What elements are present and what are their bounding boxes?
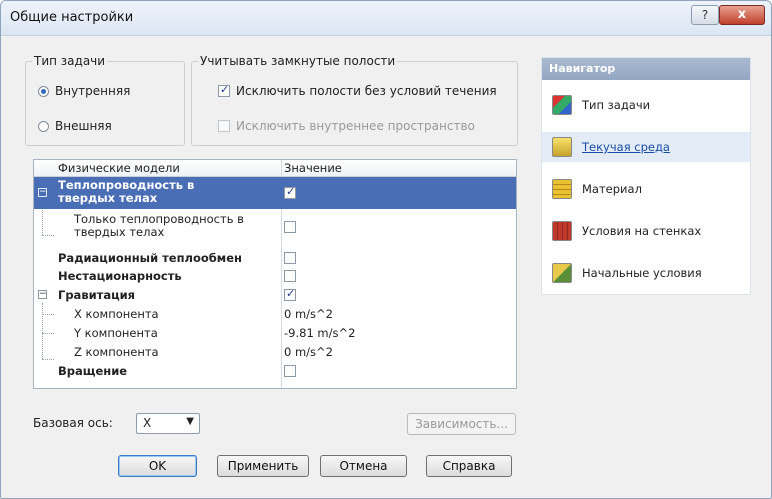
title-bar: Общие настройки ? x bbox=[1, 1, 771, 36]
collapse-toggle-icon[interactable]: − bbox=[38, 188, 47, 197]
exclude-cavities-checkbox[interactable]: Исключить полости без условий течения bbox=[218, 83, 497, 98]
radio-internal[interactable]: Внутренняя bbox=[38, 84, 130, 98]
settings-dialog: Общие настройки ? x Тип задачи Внутрення… bbox=[0, 0, 772, 499]
row-transient[interactable]: Нестационарность bbox=[34, 268, 516, 284]
ok-button[interactable]: OK bbox=[118, 455, 197, 477]
z-component-value[interactable]: 0 m/s^2 bbox=[284, 345, 333, 359]
radio-internal-label: Внутренняя bbox=[55, 84, 131, 98]
wall-conditions-icon bbox=[552, 221, 572, 241]
base-axis-label: Базовая ось: bbox=[33, 416, 113, 430]
row-x-component-label: X компонента bbox=[74, 307, 159, 321]
base-axis-select[interactable]: X ▼ bbox=[136, 413, 200, 434]
cancel-button[interactable]: Отмена bbox=[320, 455, 407, 477]
grid-header: Физические модели Значение bbox=[34, 160, 516, 177]
radiation-checkbox[interactable] bbox=[284, 252, 296, 264]
close-button[interactable]: x bbox=[719, 5, 765, 25]
cavities-legend: Учитывать замкнутые полости bbox=[200, 54, 396, 68]
row-y-component[interactable]: Y компонента -9.81 m/s^2 bbox=[34, 325, 516, 341]
chevron-down-icon: ▼ bbox=[186, 416, 194, 427]
row-z-component[interactable]: Z компонента 0 m/s^2 bbox=[34, 344, 516, 360]
exclude-internal-space-label: Исключить внутреннее пространство bbox=[236, 119, 475, 133]
row-x-component[interactable]: X компонента 0 m/s^2 bbox=[34, 306, 516, 322]
nav-task-type[interactable]: Тип задачи bbox=[542, 90, 750, 120]
row-only-conduction-line2: твердых телах bbox=[74, 225, 165, 239]
radio-external[interactable]: Внешняя bbox=[38, 119, 112, 133]
base-axis-value: X bbox=[143, 416, 152, 430]
transient-checkbox[interactable] bbox=[284, 270, 296, 282]
apply-button[interactable]: Применить bbox=[217, 455, 309, 477]
nav-task-type-label: Тип задачи bbox=[582, 98, 651, 112]
navigator-panel: Навигатор Тип задачи Текучая среда Матер… bbox=[541, 57, 751, 295]
radio-external-indicator[interactable] bbox=[38, 120, 49, 132]
row-heat-conduction-line1: Теплопроводность в bbox=[58, 178, 195, 192]
help-button[interactable]: Справка bbox=[426, 455, 512, 477]
only-conduction-checkbox[interactable] bbox=[284, 221, 296, 233]
row-y-component-label: Y компонента bbox=[74, 326, 158, 340]
row-heat-conduction-line2: твердых телах bbox=[58, 191, 158, 205]
row-transient-label: Нестационарность bbox=[58, 269, 182, 283]
nav-initial-conditions[interactable]: Начальные условия bbox=[542, 258, 750, 288]
task-type-group: Тип задачи Внутренняя Внешняя bbox=[25, 54, 185, 146]
help-title-button[interactable]: ? bbox=[691, 5, 719, 25]
y-component-value[interactable]: -9.81 m/s^2 bbox=[284, 326, 355, 340]
rotation-checkbox[interactable] bbox=[284, 365, 296, 377]
material-icon bbox=[552, 179, 572, 199]
task-type-legend: Тип задачи bbox=[34, 54, 106, 68]
row-rotation[interactable]: Вращение bbox=[34, 363, 516, 379]
fluid-icon bbox=[552, 137, 572, 157]
dependency-button[interactable]: Зависимость... bbox=[407, 413, 516, 435]
exclude-cavities-box[interactable] bbox=[218, 83, 230, 97]
x-component-value[interactable]: 0 m/s^2 bbox=[284, 307, 333, 321]
task-type-icon bbox=[552, 95, 572, 115]
initial-conditions-icon bbox=[552, 263, 572, 283]
radio-internal-indicator[interactable] bbox=[38, 85, 49, 97]
row-only-conduction-line1: Только теплопроводность в bbox=[74, 212, 244, 226]
nav-material-label: Материал bbox=[582, 182, 642, 196]
nav-wall-conditions-label: Условия на стенках bbox=[582, 224, 702, 238]
row-z-component-label: Z компонента bbox=[74, 345, 159, 359]
radio-external-label: Внешняя bbox=[55, 119, 112, 133]
row-only-conduction[interactable]: Только теплопроводность в твердых телах bbox=[34, 211, 516, 243]
heat-conduction-checkbox[interactable] bbox=[284, 185, 296, 199]
row-gravity-label: Гравитация bbox=[58, 288, 136, 302]
collapse-toggle-icon[interactable]: − bbox=[38, 290, 47, 299]
nav-wall-conditions[interactable]: Условия на стенках bbox=[542, 216, 750, 246]
row-radiation[interactable]: Радиационный теплообмен bbox=[34, 250, 516, 266]
nav-initial-conditions-label: Начальные условия bbox=[582, 266, 702, 280]
nav-material[interactable]: Материал bbox=[542, 174, 750, 204]
nav-fluid[interactable]: Текучая среда bbox=[542, 132, 750, 162]
window-title: Общие настройки bbox=[10, 10, 134, 25]
cavities-group: Учитывать замкнутые полости Исключить по… bbox=[191, 54, 518, 146]
row-rotation-label: Вращение bbox=[58, 364, 128, 378]
exclude-internal-space-box[interactable] bbox=[218, 120, 230, 132]
navigator-title: Навигатор bbox=[542, 58, 750, 80]
gravity-checkbox[interactable] bbox=[284, 287, 296, 301]
physical-models-grid: Физические модели Значение − Теплопровод… bbox=[33, 159, 517, 389]
row-radiation-label: Радиационный теплообмен bbox=[58, 251, 242, 265]
exclude-cavities-label: Исключить полости без условий течения bbox=[236, 84, 497, 98]
exclude-internal-space-checkbox[interactable]: Исключить внутреннее пространство bbox=[218, 119, 475, 133]
row-heat-conduction[interactable]: − Теплопроводность в твердых телах bbox=[34, 177, 516, 209]
header-value: Значение bbox=[284, 161, 342, 175]
row-gravity[interactable]: − Гравитация bbox=[34, 287, 516, 303]
header-models: Физические модели bbox=[58, 161, 180, 175]
nav-fluid-label: Текучая среда bbox=[582, 140, 670, 154]
